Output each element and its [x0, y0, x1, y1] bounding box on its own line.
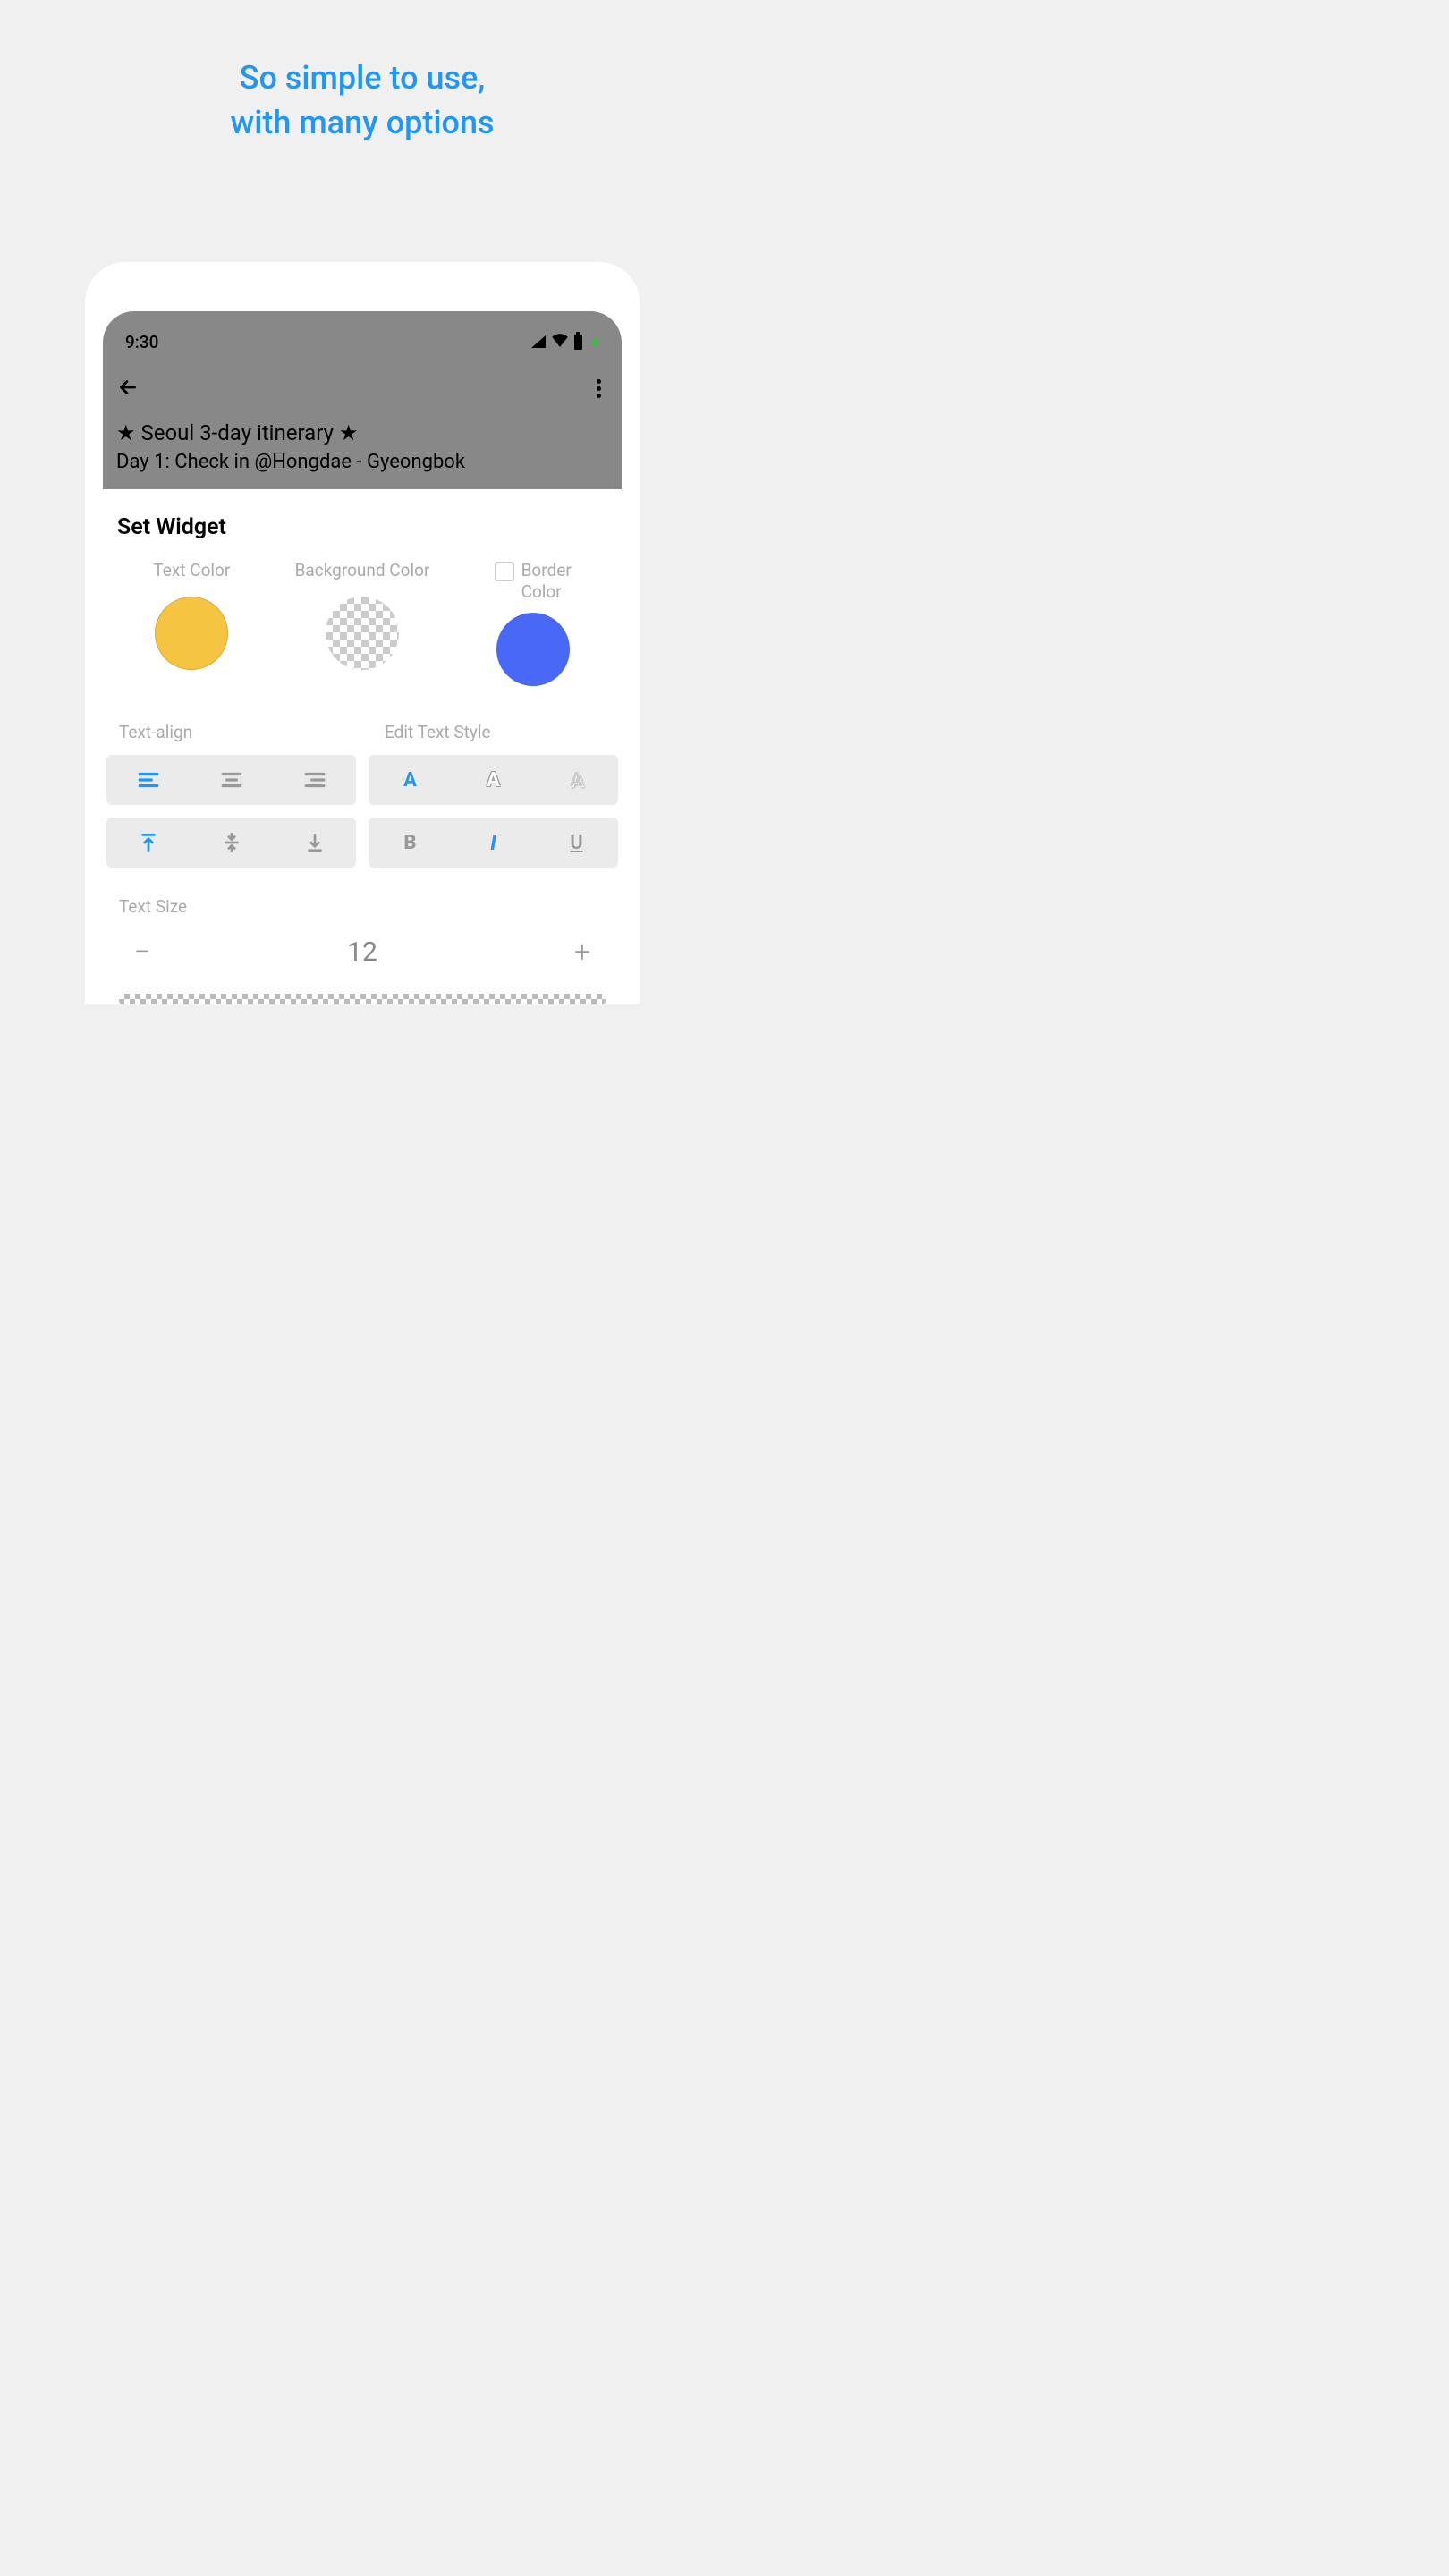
align-right-button[interactable] [273, 755, 356, 805]
headline-line-2: with many options [230, 100, 494, 145]
marketing-headline: So simple to use, with many options [230, 55, 494, 146]
border-color-option[interactable]: Border Color [447, 560, 618, 686]
bold-button[interactable]: B [369, 818, 452, 868]
more-options-button[interactable] [597, 379, 608, 398]
text-color-swatch[interactable] [155, 597, 228, 670]
horizontal-align-group [106, 755, 356, 805]
border-color-label: Border Color [521, 560, 572, 604]
text-size-stepper: − 12 + [106, 935, 618, 969]
text-size-label: Text Size [106, 896, 618, 917]
back-button[interactable] [116, 376, 140, 402]
background-color-label: Background Color [295, 560, 430, 580]
text-size-section: Text Size − 12 + [106, 896, 618, 969]
sheet-title: Set Widget [117, 514, 618, 540]
align-bottom-button[interactable] [273, 818, 356, 868]
decrease-size-button[interactable]: − [124, 935, 160, 969]
note-preview: ★ Seoul 3-day itinerary ★ Day 1: Check i… [103, 413, 622, 489]
align-middle-button[interactable] [190, 818, 273, 868]
align-center-button[interactable] [190, 755, 273, 805]
wifi-icon [551, 333, 569, 351]
text-align-label: Text-align [106, 722, 352, 742]
vertical-align-style-row: B I U [106, 818, 618, 868]
background-color-swatch[interactable] [326, 597, 399, 670]
text-style-normal-button[interactable]: A [369, 755, 452, 805]
align-top-button[interactable] [106, 818, 190, 868]
text-style-label: Edit Text Style [365, 722, 618, 742]
text-color-option[interactable]: Text Color [106, 560, 277, 686]
transparency-slider-track[interactable] [119, 994, 606, 1004]
status-icons [531, 333, 599, 351]
text-style-shadow-button[interactable]: A [535, 755, 618, 805]
section-labels-row: Text-align Edit Text Style [106, 722, 618, 742]
horizontal-align-style-row: A A A [106, 755, 618, 805]
app-bar [103, 360, 622, 413]
color-options-row: Text Color Background Color Border Color [106, 560, 618, 686]
status-time: 9:30 [125, 332, 158, 352]
border-color-swatch[interactable] [496, 613, 570, 686]
text-size-value: 12 [347, 936, 377, 968]
note-title: ★ Seoul 3-day itinerary ★ [116, 420, 608, 445]
text-color-label: Text Color [153, 560, 230, 580]
text-style-row-1: A A A [369, 755, 618, 805]
italic-button[interactable]: I [452, 818, 535, 868]
align-left-button[interactable] [106, 755, 190, 805]
background-color-option[interactable]: Background Color [277, 560, 448, 686]
privacy-indicator-dot [591, 338, 599, 346]
note-body: Day 1: Check in @Hongdae - Gyeongbok [116, 451, 608, 473]
underline-button[interactable]: U [535, 818, 618, 868]
phone-mockup: 9:30 ★ Seoul 3-day itinerary ★ Day 1: Ch… [85, 262, 640, 1004]
text-style-outline-button[interactable]: A [452, 755, 535, 805]
border-enable-checkbox[interactable] [495, 562, 514, 581]
vertical-align-group [106, 818, 356, 868]
cellular-signal-icon [531, 335, 546, 348]
settings-sheet: Set Widget Text Color Background Color B… [85, 489, 640, 1004]
headline-line-1: So simple to use, [230, 55, 494, 100]
text-style-row-2: B I U [369, 818, 618, 868]
battery-icon [574, 335, 582, 350]
status-bar: 9:30 [103, 325, 622, 360]
dimmed-background-area: 9:30 ★ Seoul 3-day itinerary ★ Day 1: Ch… [103, 311, 622, 489]
increase-size-button[interactable]: + [564, 935, 600, 969]
